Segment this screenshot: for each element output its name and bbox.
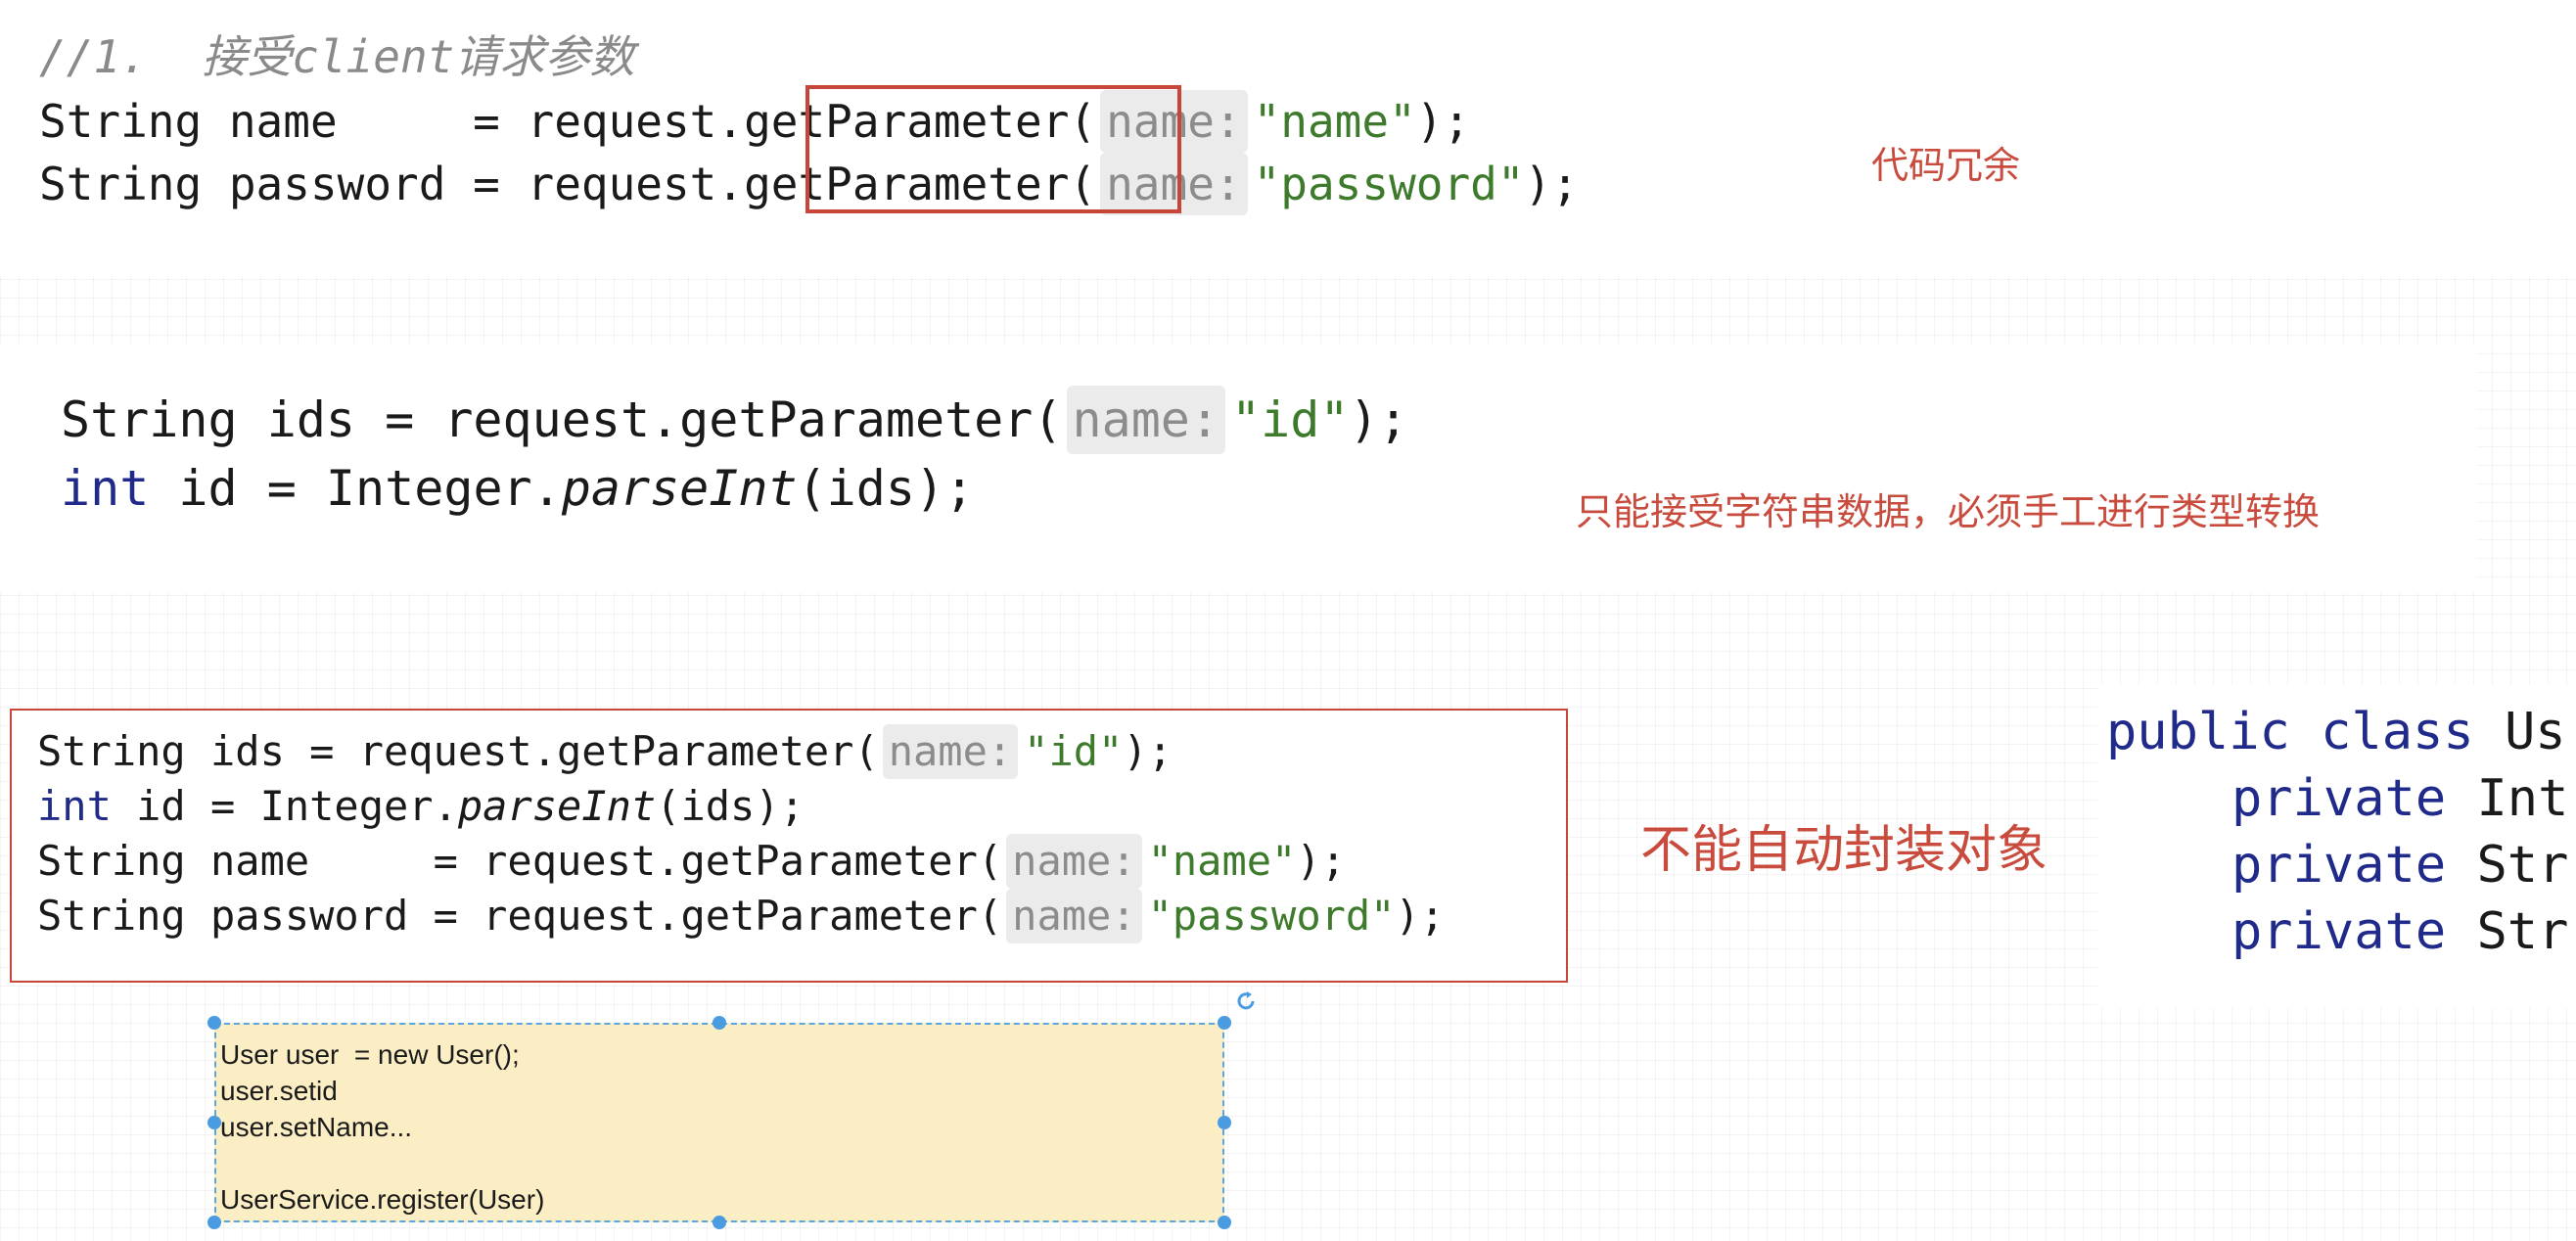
code-token: ); [1349, 391, 1408, 448]
sticky-note-line: UserService.register(User) [220, 1184, 545, 1215]
code-token: String password = request.getParameter( [37, 892, 1003, 940]
code-line: String ids = request.getParameter(name: "… [61, 386, 1408, 454]
code-token: ); [1415, 95, 1471, 148]
sticky-note[interactable]: User user = new User(); user.setid user.… [214, 1023, 1224, 1222]
parameter-hint: name: [882, 724, 1019, 779]
sticky-note-line: user.setName... [220, 1112, 413, 1142]
code-token: ); [1524, 158, 1579, 210]
code-line: private Str [2231, 832, 2568, 898]
sticky-note-line: user.setid [220, 1076, 338, 1106]
keyword: private [2231, 836, 2447, 895]
highlight-box [805, 85, 1181, 213]
string-literal: "password" [1253, 158, 1525, 210]
code-token: ); [1395, 892, 1446, 940]
string-literal: "name" [1147, 837, 1297, 885]
code-line: int id = Integer.parseInt(ids); [37, 779, 805, 834]
resize-handle-top[interactable] [713, 1016, 726, 1030]
resize-handle-top-left[interactable] [207, 1016, 221, 1030]
code-token: String password = request. [39, 158, 745, 210]
class-snippet-panel: public class Us private Int private Str … [2098, 685, 2576, 1008]
keyword: private [2231, 769, 2447, 828]
code-panel-1: //1. 接受client请求参数 String name = request.… [0, 0, 2576, 276]
parameter-hint: name: [1006, 889, 1142, 943]
resize-handle-right[interactable] [1218, 1116, 1231, 1129]
code-line: String name = request.getParameter(name:… [37, 834, 1346, 889]
keyword: public class [2106, 703, 2474, 761]
annotation-redundant-code: 代码冗余 [1871, 144, 2021, 187]
code-token: Str [2446, 836, 2569, 895]
sticky-note-line: User user = new User(); [220, 1039, 520, 1070]
keyword: private [2231, 902, 2447, 961]
parameter-hint: name: [1006, 834, 1142, 889]
string-literal: "password" [1147, 892, 1396, 940]
code-token: String name = request.getParameter( [37, 837, 1003, 885]
code-token: id = Integer. [111, 782, 458, 830]
code-token: Str [2446, 902, 2569, 961]
resize-handle-bottom-right[interactable] [1218, 1216, 1231, 1229]
parameter-hint: name: [1066, 386, 1226, 454]
resize-handle-top-right[interactable] [1218, 1016, 1231, 1030]
annotation-string-only: 只能接受字符串数据，必须手工进行类型转换 [1576, 490, 2321, 533]
resize-handle-bottom-left[interactable] [207, 1216, 221, 1229]
keyword: int [61, 460, 150, 517]
resize-handle-bottom[interactable] [713, 1216, 726, 1229]
code-line: private Str [2231, 898, 2568, 965]
code-token: ); [1296, 837, 1346, 885]
code-token: String ids = request.getParameter( [37, 727, 879, 775]
code-token: String name = request. [39, 95, 745, 148]
code-line: String password = request.getParameter(n… [37, 889, 1445, 943]
code-line: int id = Integer.parseInt(ids); [61, 454, 974, 523]
code-panel-3: String ids = request.getParameter(name: "… [10, 709, 1568, 983]
code-token: ); [1123, 727, 1173, 775]
method-name: parseInt [561, 460, 798, 517]
annotation-no-auto-wrap: 不能自动封装对象 [1640, 821, 2048, 880]
code-token: Us [2473, 703, 2566, 761]
rotate-icon[interactable] [1233, 988, 1259, 1014]
code-panel-2: String ids = request.getParameter(name: "… [0, 345, 2476, 593]
string-literal: "name" [1253, 95, 1416, 148]
string-literal: "id" [1024, 727, 1124, 775]
code-token: (ids); [797, 460, 975, 517]
code-comment: //1. 接受client请求参数 [39, 30, 635, 83]
code-token: (ids); [656, 782, 805, 830]
code-line: String ids = request.getParameter(name: "… [37, 724, 1173, 779]
resize-handle-left[interactable] [207, 1116, 221, 1129]
code-line: String name = request.getParameter(name:… [39, 90, 1470, 153]
code-line: private Int [2231, 765, 2568, 832]
string-literal: "id" [1231, 391, 1350, 448]
code-token: id = Integer. [149, 460, 562, 517]
code-line: public class Us [2106, 699, 2566, 765]
method-name: parseInt [457, 782, 657, 830]
keyword: int [37, 782, 112, 830]
code-token: String ids = request.getParameter( [61, 391, 1063, 448]
code-token: Int [2446, 769, 2569, 828]
sticky-note-line [220, 1145, 1222, 1181]
